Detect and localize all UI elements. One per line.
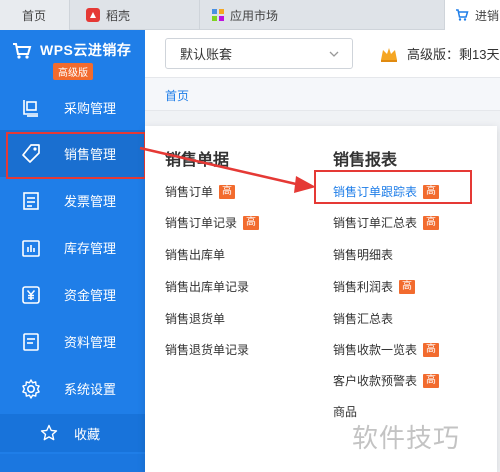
menu-item-label: 销售订单汇总表 (333, 216, 418, 230)
inventory-icon (20, 237, 42, 259)
app-title: WPS云进销存 (40, 42, 132, 58)
sidebar-item-purchase[interactable]: 采购管理 (0, 84, 145, 131)
premium-badge: 高 (423, 373, 440, 388)
top-header: 默认账套 高级版：剩13天 (145, 30, 500, 78)
account-select-value: 默认账套 (180, 47, 233, 62)
highlight-box-sales (6, 132, 146, 179)
sales-documents-title: 销售单据 (165, 152, 230, 169)
daoke-icon (86, 8, 100, 22)
menu-item-label: 销售明细表 (333, 248, 394, 262)
menu-item-sales-return-record[interactable]: 销售退货单记录 (165, 341, 249, 358)
sidebar-more-item[interactable] (0, 454, 145, 472)
tab-daoke-label: 稻壳 (106, 8, 131, 23)
sidebar-item-settings[interactable]: 系统设置 (0, 365, 145, 412)
chevron-down-icon (328, 48, 340, 63)
premium-badge: 高 (423, 215, 440, 230)
sidebar-item-label: 系统设置 (64, 382, 117, 397)
cart-icon (455, 8, 469, 22)
sidebar-item-data[interactable]: 资料管理 (0, 318, 145, 365)
sidebar-item-label: 采购管理 (64, 101, 117, 116)
menu-item-customer-receipt-warning[interactable]: 客户收款预警表 高 (333, 372, 440, 389)
bottom-tab-strip (155, 462, 355, 472)
tab-home-label: 首页 (22, 8, 47, 23)
menu-item-label: 销售出库单 (165, 248, 226, 262)
menu-item-sales-receipt-overview[interactable]: 销售收款一览表 高 (333, 341, 440, 358)
sidebar-item-label: 库存管理 (64, 241, 117, 256)
sidebar: WPS云进销存 高级版 采购管理 销售管理 发票管理 库存管理 资金管理 资料管… (0, 30, 146, 472)
sidebar-favorites[interactable]: 收藏 (0, 414, 145, 452)
crown-icon (379, 45, 399, 63)
page-tab-home[interactable]: 首页 (165, 87, 189, 104)
menu-item-label: 销售退货单 (165, 312, 226, 326)
menu-item-sales-order[interactable]: 销售订单 高 (165, 183, 236, 200)
tab-app-market-label: 应用市场 (230, 8, 279, 23)
watermark-text: 软件技巧 (352, 423, 461, 453)
logo-cart-icon (12, 42, 32, 63)
version-text: 高级版：剩13天 (407, 47, 500, 62)
menu-item-label: 销售订单 (165, 185, 214, 199)
sidebar-item-invoice[interactable]: 发票管理 (0, 177, 145, 224)
menu-item-label: 销售利润表 (333, 280, 394, 294)
menu-item-label: 销售出库单记录 (165, 280, 250, 294)
premium-badge: 高 (243, 215, 260, 230)
browser-tab-bar: 首页 稻壳 应用市场 进销 (0, 0, 500, 30)
tab-daoke[interactable]: 稻壳 (70, 0, 200, 30)
star-icon (40, 424, 58, 442)
favorites-label: 收藏 (74, 426, 101, 442)
account-select[interactable]: 默认账套 (165, 38, 353, 69)
app-market-icon (212, 9, 224, 21)
tab-jinxiao-label: 进销 (475, 8, 500, 23)
sidebar-item-label: 资料管理 (64, 335, 117, 350)
menu-item-sales-summary[interactable]: 销售汇总表 (333, 310, 393, 327)
menu-item-sales-detail[interactable]: 销售明细表 (333, 246, 393, 263)
premium-badge: 高 (219, 184, 236, 199)
gear-icon (20, 378, 42, 400)
menu-item-label: 销售收款一览表 (333, 343, 418, 357)
sidebar-item-funds[interactable]: 资金管理 (0, 271, 145, 318)
premium-badge: 高 (399, 279, 416, 294)
menu-item-sales-order-record[interactable]: 销售订单记录 高 (165, 214, 260, 231)
menu-item-label: 客户收款预警表 (333, 374, 418, 388)
invoice-icon (20, 190, 42, 212)
menu-item-sales-profit[interactable]: 销售利润表 高 (333, 278, 416, 295)
tab-app-market[interactable]: 应用市场 (200, 0, 445, 30)
highlight-box-tracking (314, 170, 472, 204)
premium-badge: 高 (423, 342, 440, 357)
yuan-icon (20, 284, 42, 306)
app-logo: WPS云进销存 高级版 (0, 30, 145, 84)
menu-item-sales-outbound[interactable]: 销售出库单 (165, 246, 225, 263)
version-status[interactable]: 高级版：剩13天 (379, 44, 499, 63)
sidebar-item-label: 资金管理 (64, 288, 117, 303)
edition-badge: 高级版 (53, 63, 93, 80)
document-icon (20, 331, 42, 353)
sales-reports-title: 销售报表 (333, 152, 398, 169)
sidebar-item-label: 发票管理 (64, 194, 117, 209)
sidebar-item-inventory[interactable]: 库存管理 (0, 224, 145, 271)
purchase-icon (20, 97, 42, 119)
tab-jinxiao[interactable]: 进销 (445, 0, 500, 30)
menu-item-label: 销售汇总表 (333, 312, 394, 326)
page-tab-bar: 首页 (145, 78, 500, 111)
menu-item-sales-return[interactable]: 销售退货单 (165, 310, 225, 327)
menu-item-label: 销售订单记录 (165, 216, 238, 230)
menu-item-label: 销售退货单记录 (165, 343, 250, 357)
menu-item-sales-order-summary[interactable]: 销售订单汇总表 高 (333, 214, 440, 231)
menu-item-sales-outbound-record[interactable]: 销售出库单记录 (165, 278, 249, 295)
tab-home[interactable]: 首页 (0, 0, 70, 30)
sidebar-item-sales[interactable]: 销售管理 (0, 130, 146, 179)
